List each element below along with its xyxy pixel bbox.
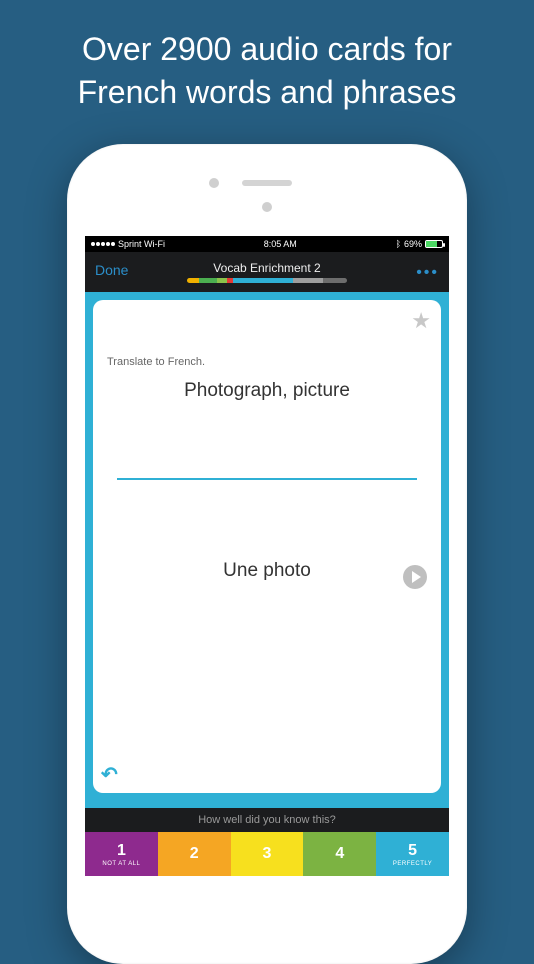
- bluetooth-icon: ᛒ: [396, 239, 401, 249]
- status-bar: Sprint Wi-Fi 8:05 AM ᛒ 69%: [85, 236, 449, 252]
- signal-icon: [91, 242, 115, 246]
- deck-title: Vocab Enrichment 2: [187, 261, 347, 275]
- rating-label: PERFECTLY: [393, 861, 432, 867]
- play-audio-button[interactable]: [403, 565, 427, 589]
- progress-segment: [199, 278, 217, 283]
- rating-button-1[interactable]: 1NOT AT ALL: [85, 832, 158, 876]
- rating-button-4[interactable]: 4: [303, 832, 376, 876]
- rating-button-3[interactable]: 3: [231, 832, 304, 876]
- rating-label: NOT AT ALL: [102, 861, 140, 867]
- nav-bar: Done Vocab Enrichment 2 •••: [85, 252, 449, 292]
- progress-bar: [187, 278, 347, 283]
- card-area: ★ Translate to French. Photograph, pictu…: [85, 292, 449, 832]
- progress-segment: [323, 278, 347, 283]
- card-front-text: Photograph, picture: [107, 380, 427, 402]
- phone-speaker: [242, 180, 292, 186]
- phone-sensor: [262, 202, 272, 212]
- rating-number: 2: [190, 845, 199, 863]
- card-divider: [117, 478, 417, 480]
- rating-number: 4: [335, 845, 344, 863]
- rating-number: 5: [408, 842, 417, 860]
- phone-screen: Sprint Wi-Fi 8:05 AM ᛒ 69% Done Vocab En…: [85, 236, 449, 876]
- star-icon[interactable]: ★: [411, 308, 431, 334]
- phone-mockup: Sprint Wi-Fi 8:05 AM ᛒ 69% Done Vocab En…: [67, 144, 467, 964]
- card-prompt: Translate to French.: [107, 356, 427, 368]
- rating-bar: 1NOT AT ALL 2 3 4 5PERFECTLY: [85, 832, 449, 876]
- marketing-headline: Over 2900 audio cards for French words a…: [0, 0, 534, 134]
- clock-label: 8:05 AM: [264, 239, 297, 249]
- rating-prompt: How well did you know this?: [85, 808, 449, 832]
- progress-segment: [217, 278, 227, 283]
- progress-segment: [187, 278, 199, 283]
- progress-segment: [293, 278, 323, 283]
- rating-number: 3: [263, 845, 272, 863]
- carrier-label: Sprint Wi-Fi: [118, 239, 165, 249]
- undo-icon[interactable]: ↶: [101, 762, 118, 787]
- flashcard[interactable]: ★ Translate to French. Photograph, pictu…: [93, 300, 441, 793]
- done-button[interactable]: Done: [95, 262, 128, 278]
- card-back-text: Une photo: [107, 560, 427, 582]
- progress-segment: [233, 278, 293, 283]
- battery-pct: 69%: [404, 239, 422, 249]
- rating-number: 1: [117, 842, 126, 860]
- battery-icon: [425, 240, 443, 248]
- rating-button-2[interactable]: 2: [158, 832, 231, 876]
- phone-camera: [209, 178, 219, 188]
- rating-button-5[interactable]: 5PERFECTLY: [376, 832, 449, 876]
- more-button[interactable]: •••: [416, 264, 439, 282]
